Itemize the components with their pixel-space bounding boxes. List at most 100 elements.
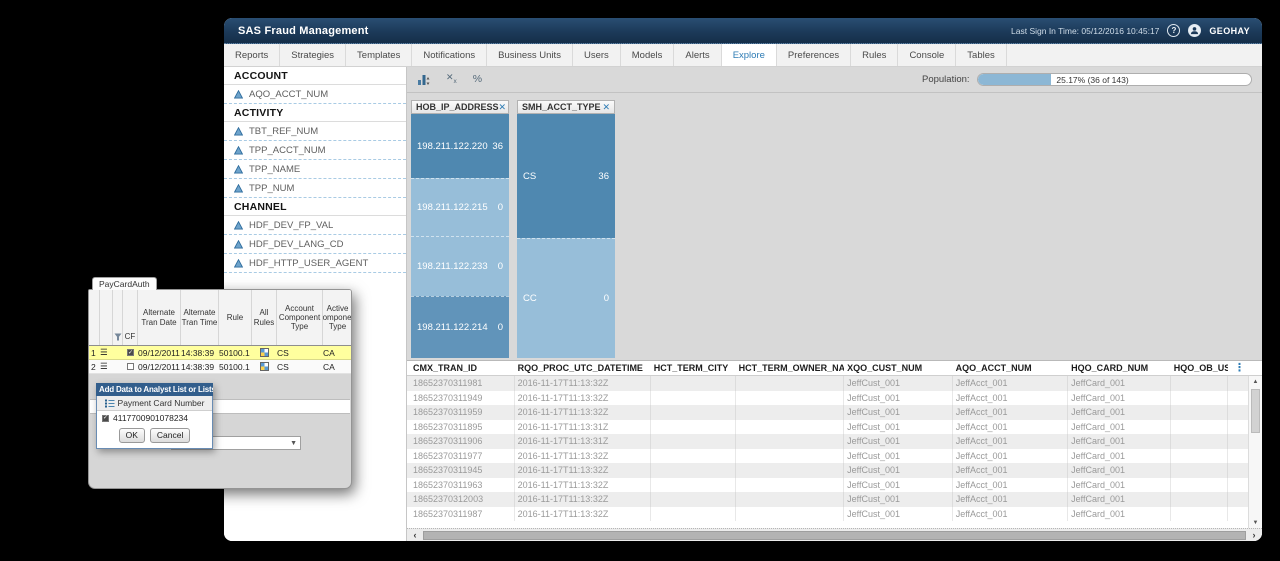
chart-segment[interactable]: CS36: [517, 114, 615, 238]
table-row[interactable]: 186523703119812016-11-17T11:13:32ZJeffCu…: [407, 376, 1262, 391]
table-row[interactable]: 186523703119492016-11-17T11:13:32ZJeffCu…: [407, 391, 1262, 406]
table-cell: JeffCard_001: [1068, 434, 1171, 449]
scroll-right-icon[interactable]: ›: [1249, 530, 1259, 540]
table-cell: [736, 463, 845, 478]
table-cell: JeffCard_001: [1068, 449, 1171, 464]
tab-explore[interactable]: Explore: [722, 44, 777, 66]
column-header-cmx-tran-id: CMX_TRAN_ID: [410, 363, 515, 373]
data-item-icon: [234, 146, 243, 155]
tab-reports[interactable]: Reports: [224, 44, 280, 66]
table-cell: [1171, 434, 1228, 449]
table-row[interactable]: 186523703119452016-11-17T11:13:32ZJeffCu…: [407, 463, 1262, 478]
main-tabbar: ReportsStrategiesTemplatesNotificationsB…: [224, 44, 1262, 67]
tab-templates[interactable]: Templates: [346, 44, 412, 66]
table-row[interactable]: 186523703119592016-11-17T11:13:32ZJeffCu…: [407, 405, 1262, 420]
explore-toolbar: ✕x % Population: 25.17% (36 of 143): [407, 67, 1262, 93]
sidebar-item-hdf-dev-fp-val[interactable]: HDF_DEV_FP_VAL: [224, 216, 406, 235]
tab-alerts[interactable]: Alerts: [674, 44, 721, 66]
table-cell: [736, 434, 845, 449]
help-icon[interactable]: ?: [1167, 24, 1180, 37]
column-header-aqo-acct-num: AQO_ACCT_NUM: [953, 363, 1068, 373]
cf-checkbox[interactable]: [127, 363, 134, 370]
sidebar-item-tpp-acct-num[interactable]: TPP_ACCT_NUM: [224, 141, 406, 160]
scroll-down-icon[interactable]: ▼: [1253, 517, 1259, 528]
tab-console[interactable]: Console: [898, 44, 956, 66]
active-component-type: CA: [323, 346, 351, 359]
paycardauth-row[interactable]: 2☰09/12/201114:38:3950100.1CSCA: [89, 360, 351, 374]
cf-checkbox[interactable]: ✓: [127, 349, 134, 356]
segment-label: 198.211.122.214: [417, 322, 488, 333]
table-vertical-scrollbar[interactable]: ▲ ▼: [1248, 376, 1262, 528]
chart-segment[interactable]: 198.211.122.22036: [411, 114, 509, 178]
chart-column-header: SMH_ACCT_TYPE✕: [517, 100, 615, 114]
tab-preferences[interactable]: Preferences: [777, 44, 851, 66]
table-cell: [651, 492, 736, 507]
chart-segment[interactable]: 198.211.122.2150: [411, 178, 509, 236]
horizontal-scroll-thumb[interactable]: [423, 531, 1246, 540]
sidebar-section-activity: ACTIVITY: [224, 104, 406, 122]
table-row[interactable]: 186523703119772016-11-17T11:13:32ZJeffCu…: [407, 449, 1262, 464]
sort-icon[interactable]: [417, 74, 430, 86]
table-row[interactable]: 186523703119632016-11-17T11:13:32ZJeffCu…: [407, 478, 1262, 493]
table-cell: [651, 463, 736, 478]
transactions-table-body: 186523703119812016-11-17T11:13:32ZJeffCu…: [407, 376, 1262, 521]
scroll-left-icon[interactable]: ‹: [410, 530, 420, 540]
row-menu-icon[interactable]: ☰: [100, 346, 113, 359]
all-rules: [252, 360, 277, 373]
chart-segment[interactable]: CC0: [517, 238, 615, 358]
chart-segment[interactable]: 198.211.122.2330: [411, 236, 509, 296]
chart-segment[interactable]: 198.211.122.2140: [411, 296, 509, 358]
table-cell: [651, 434, 736, 449]
sidebar-item-label: AQO_ACCT_NUM: [249, 89, 328, 100]
table-horizontal-scrollbar[interactable]: ‹ ›: [407, 528, 1262, 541]
table-row[interactable]: 186523703119872016-11-17T11:13:32ZJeffCu…: [407, 507, 1262, 522]
table-row[interactable]: 186523703119062016-11-17T11:13:31ZJeffCu…: [407, 434, 1262, 449]
last-sign-in-time: Last Sign In Time: 05/12/2016 10:45:17: [1011, 26, 1159, 36]
population-label: Population:: [922, 74, 970, 85]
tab-models[interactable]: Models: [621, 44, 675, 66]
tab-strategies[interactable]: Strategies: [280, 44, 346, 66]
scroll-up-icon[interactable]: ▲: [1253, 376, 1259, 387]
data-item-icon: [234, 90, 243, 99]
paycardauth-row[interactable]: 1☰✓09/12/201114:38:3950100.1CSCA: [89, 346, 351, 360]
app-title: SAS Fraud Management: [238, 25, 369, 37]
table-cell: JeffCust_001: [844, 449, 953, 464]
table-cell: 18652370311977: [410, 449, 515, 464]
row-menu-icon[interactable]: ☰: [100, 360, 113, 373]
tab-notifications[interactable]: Notifications: [412, 44, 487, 66]
tab-users[interactable]: Users: [573, 44, 621, 66]
close-icon[interactable]: ✕: [602, 102, 610, 113]
active-component-type: CA: [323, 360, 351, 373]
sidebar-item-tbt-ref-num[interactable]: TBT_REF_NUM: [224, 122, 406, 141]
table-row[interactable]: 186523703118952016-11-17T11:13:31ZJeffCu…: [407, 420, 1262, 435]
sidebar-item-hdf-dev-lang-cd[interactable]: HDF_DEV_LANG_CD: [224, 235, 406, 254]
segment-label: CC: [523, 293, 537, 304]
user-avatar-icon[interactable]: [1188, 24, 1201, 37]
segment-label: 198.211.122.233: [417, 261, 488, 272]
table-cell: 2016-11-17T11:13:31Z: [515, 434, 651, 449]
paycardauth-tab[interactable]: PayCardAuth: [92, 277, 157, 290]
cancel-button[interactable]: Cancel: [150, 428, 190, 443]
vertical-scroll-thumb[interactable]: [1251, 389, 1260, 433]
tab-tables[interactable]: Tables: [956, 44, 1006, 66]
account-component-type: CS: [277, 360, 323, 373]
table-row[interactable]: 186523703120032016-11-17T11:13:32ZJeffCu…: [407, 492, 1262, 507]
tab-business-units[interactable]: Business Units: [487, 44, 573, 66]
clear-selection-icon[interactable]: ✕x: [446, 73, 457, 85]
sidebar-item-tpp-num[interactable]: TPP_NUM: [224, 179, 406, 198]
ok-button[interactable]: OK: [119, 428, 145, 443]
screen-background: SAS Fraud Management Last Sign In Time: …: [0, 0, 1280, 561]
table-cell: 2016-11-17T11:13:31Z: [515, 420, 651, 435]
tab-rules[interactable]: Rules: [851, 44, 898, 66]
close-icon[interactable]: ✕: [499, 102, 507, 113]
sidebar-item-tpp-name[interactable]: TPP_NAME: [224, 160, 406, 179]
table-cell: JeffAcct_001: [953, 463, 1068, 478]
sidebar-item-aqo-acct-num[interactable]: AQO_ACCT_NUM: [224, 85, 406, 104]
dialog-card-number-row[interactable]: ✓ 4117700901078234: [97, 411, 212, 425]
sidebar-item-hdf-http-user-agent[interactable]: HDF_HTTP_USER_AGENT: [224, 254, 406, 273]
card-number-checkbox[interactable]: ✓: [102, 415, 109, 422]
table-cell: 2016-11-17T11:13:32Z: [515, 405, 651, 420]
percentage-icon[interactable]: %: [473, 74, 482, 85]
grid-col-header-alternate-tran-date: Alternate Tran Date: [138, 290, 181, 345]
table-menu-icon[interactable]: ⋮: [1234, 362, 1245, 375]
